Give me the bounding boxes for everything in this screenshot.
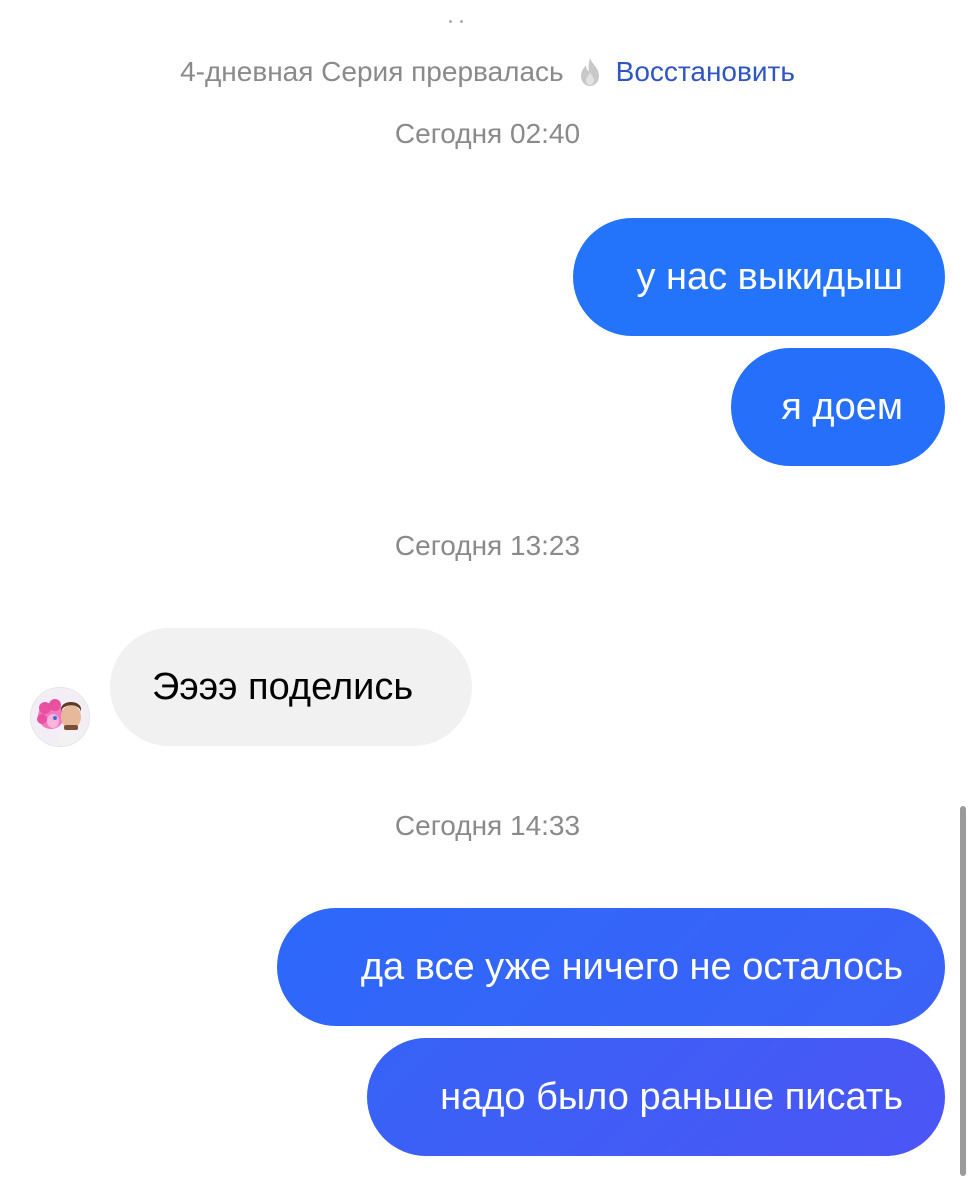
message-bubble-outgoing[interactable]: я доем xyxy=(731,348,945,466)
more-dots-indicator xyxy=(449,16,469,24)
fire-icon xyxy=(578,57,602,87)
scrollbar[interactable] xyxy=(960,806,966,1176)
message-text: надо было раньше писать xyxy=(440,1075,903,1118)
streak-text: 4-дневная Серия прервалась xyxy=(180,56,564,87)
timestamp: Сегодня 02:40 xyxy=(394,118,581,149)
message-text: Ээээ поделись xyxy=(152,665,414,708)
message-text: я доем xyxy=(781,385,903,428)
message-text: да все уже ничего не осталось xyxy=(360,945,903,988)
streak-notice: 4-дневная Серия прервалась Восстановить xyxy=(0,52,975,92)
message-bubble-outgoing[interactable]: да все уже ничего не осталось xyxy=(277,908,945,1026)
message-bubble-incoming[interactable]: Ээээ поделись xyxy=(110,628,472,746)
dot xyxy=(460,20,463,23)
message-bubble-outgoing[interactable]: у нас выкидыш xyxy=(573,218,945,336)
dot xyxy=(449,20,452,23)
avatar[interactable] xyxy=(30,687,90,747)
restore-streak-link[interactable]: Восстановить xyxy=(616,56,795,88)
timestamp: Сегодня 14:33 xyxy=(394,810,581,841)
timestamp: Сегодня 13:23 xyxy=(394,530,581,561)
message-bubble-outgoing[interactable]: надо было раньше писать xyxy=(367,1038,945,1156)
message-text: у нас выкидыш xyxy=(636,255,903,298)
